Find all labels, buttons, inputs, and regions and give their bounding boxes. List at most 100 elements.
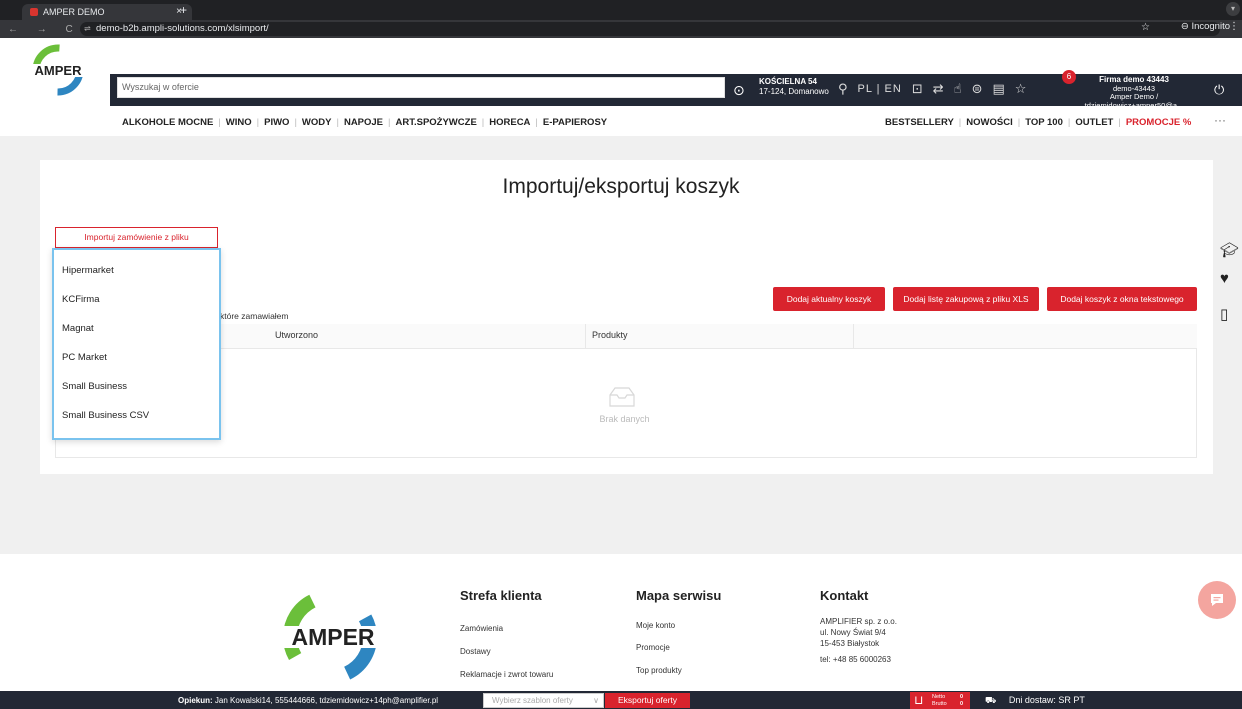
chat-bubble-button[interactable]: [1198, 581, 1236, 619]
truck-icon: ⛟: [985, 695, 997, 705]
incognito-label: Incognito: [1191, 21, 1230, 32]
nav-separator: |: [1118, 117, 1121, 128]
opiekun-label: Opiekun:: [178, 696, 213, 705]
contact-title: Kontakt: [820, 588, 869, 603]
import-order-button[interactable]: Importuj zamówienie z pliku: [55, 227, 218, 248]
footer-amper-logo: AMPER: [270, 590, 396, 684]
nav-alkohole[interactable]: ALKOHOLE MOCNE: [122, 117, 213, 128]
col-header-products[interactable]: Produkty: [592, 330, 628, 340]
nav-promocje[interactable]: PROMOCJE %: [1126, 117, 1191, 128]
firm-user: Amper Demo / tdziemidowicz+amper50@a...: [1084, 92, 1184, 110]
browser-menu-icon[interactable]: ⋮: [1229, 21, 1239, 32]
empty-inbox-icon: [609, 387, 635, 407]
nav-separator: |: [336, 117, 339, 128]
invoice-icon[interactable]: ▤: [992, 81, 1004, 97]
page-title: Importuj/eksportuj koszyk: [502, 175, 740, 198]
nav-separator: |: [256, 117, 260, 128]
hand-icon[interactable]: ☝: [954, 81, 962, 97]
nav-art-spozywcze[interactable]: ART.SPOŻYWCZE: [396, 117, 477, 128]
nav-separator: |: [388, 117, 391, 128]
nav-wino[interactable]: WINO: [226, 117, 252, 128]
tab-title: AMPER DEMO: [43, 7, 105, 17]
dropdown-item-kcfirma[interactable]: KCFirma: [62, 294, 99, 305]
svg-text:AMPER: AMPER: [35, 63, 83, 78]
tab-search-icon[interactable]: ▾: [1226, 2, 1240, 16]
catalog-book-icon[interactable]: ⊡: [912, 81, 923, 97]
address-line1: KOŚCIELNA 54: [759, 77, 817, 86]
footer-link-promotions[interactable]: Promocje: [636, 643, 670, 652]
browser-tab-bar: AMPER DEMO × + ▾: [0, 0, 1242, 20]
delivery-text: Dni dostaw: SR PT: [1008, 695, 1085, 705]
search-input[interactable]: Wyszukaj w ofercie: [117, 77, 725, 98]
column-divider: [585, 324, 586, 349]
contact-city: 15-453 Białystok: [820, 639, 880, 648]
heart-icon[interactable]: ♥: [1220, 270, 1229, 287]
dropdown-item-pc-market[interactable]: PC Market: [62, 352, 107, 363]
nav-separator: |: [1067, 117, 1071, 128]
mobile-phone-icon[interactable]: ▯: [1220, 305, 1228, 323]
nav-napoje[interactable]: NAPOJE: [344, 117, 383, 128]
nav-outlet[interactable]: OUTLET: [1075, 117, 1113, 128]
cart-summary[interactable]: ⊔ Netto Brutto 0 0: [910, 692, 970, 709]
category-nav: ALKOHOLE MOCNE | WINO | PIWO | WODY | NAPOJE…: [122, 117, 607, 128]
add-text-cart-button[interactable]: Dodaj koszyk z okna tekstowego: [1047, 287, 1197, 311]
dropdown-item-small-business-csv[interactable]: Small Business CSV: [62, 410, 149, 421]
empty-state-text: Brak danych: [599, 414, 650, 424]
nav-nowosci[interactable]: NOWOŚCI: [966, 117, 1012, 128]
logout-power-icon[interactable]: ⏻: [1214, 82, 1224, 98]
award-icon[interactable]: ☆: [1015, 81, 1027, 97]
nav-e-papierosy[interactable]: E-PAPIEROSY: [543, 117, 607, 128]
amper-logo[interactable]: AMPER: [20, 42, 100, 102]
add-xls-list-button[interactable]: Dodaj listę zakupową z pliku XLS: [893, 287, 1039, 311]
export-offers-button[interactable]: Eksportuj oferty: [605, 693, 690, 708]
site-info-icon[interactable]: ⇌: [84, 22, 91, 36]
account-info[interactable]: Firma demo 43443 demo-43443 Amper Demo /…: [1074, 75, 1194, 110]
nav-separator: |: [294, 117, 297, 128]
bookmark-star-icon[interactable]: ☆: [1141, 22, 1150, 33]
chat-icon: [1211, 594, 1223, 606]
nav-buttons[interactable]: ← → C: [8, 24, 81, 35]
basket-icon[interactable]: ⚲: [838, 81, 848, 97]
nav-separator: |: [958, 117, 962, 128]
footer-link-top-products[interactable]: Top produkty: [636, 666, 682, 675]
history-label: które zamawiałem: [220, 311, 289, 321]
col-header-created[interactable]: Utworzono: [275, 330, 318, 340]
add-current-cart-button[interactable]: Dodaj aktualny koszyk: [773, 287, 885, 311]
nav-top100[interactable]: TOP 100: [1025, 117, 1063, 128]
new-products-icon[interactable]: ⊜: [972, 81, 983, 97]
offer-template-select[interactable]: Wybierz szablon oferty ∨: [483, 693, 604, 708]
cart-icon: ⊔: [914, 693, 924, 707]
nav-piwo[interactable]: PIWO: [264, 117, 289, 128]
footer-link-account[interactable]: Moje konto: [636, 621, 675, 630]
dropdown-item-small-business[interactable]: Small Business: [62, 381, 127, 392]
dropdown-item-magnat[interactable]: Magnat: [62, 323, 94, 334]
nav-separator: |: [1017, 117, 1021, 128]
nav-bestsellery[interactable]: BESTSELLERY: [885, 117, 954, 128]
footer-link-deliveries[interactable]: Dostawy: [460, 647, 491, 656]
favicon-icon: [30, 8, 38, 16]
footer-link-complaints[interactable]: Reklamacje i zwrot towaru: [460, 670, 553, 679]
nav-horeca[interactable]: HORECA: [489, 117, 530, 128]
incognito-indicator[interactable]: ⊖ Incognito: [1181, 21, 1230, 32]
new-tab-button[interactable]: +: [180, 3, 187, 17]
location-pin-icon[interactable]: ⊙: [733, 82, 745, 99]
contact-street: ul. Nowy Świat 9/4: [820, 628, 886, 637]
exchange-icon[interactable]: ⇄: [933, 81, 944, 97]
nav-wody[interactable]: WODY: [302, 117, 332, 128]
site-footer: [0, 554, 1242, 709]
dropdown-item-hipermarket[interactable]: Hipermarket: [62, 265, 114, 276]
url-text: demo-b2b.ampli-solutions.com/xlsimport/: [96, 23, 269, 34]
account-manager: Opiekun: Jan Kowalski14, 555444666, tdzi…: [178, 696, 438, 705]
delivery-address[interactable]: KOŚCIELNA 54 17-124, Domanowo: [759, 77, 829, 97]
graduation-cap-icon[interactable]: 🎓︎: [1220, 241, 1239, 259]
more-menu-icon[interactable]: ···: [1214, 113, 1226, 127]
chevron-down-icon: ∨: [593, 696, 599, 705]
language-switch[interactable]: PL | EN: [858, 83, 902, 95]
cart-netto-label: Netto: [932, 694, 946, 700]
nav-separator: |: [481, 117, 485, 128]
sitemap-title: Mapa serwisu: [636, 588, 722, 603]
footer-link-orders[interactable]: Zamówienia: [460, 624, 503, 633]
url-field[interactable]: ⇌ demo-b2b.ampli-solutions.com/xlsimport…: [80, 22, 1220, 36]
opiekun-value: Jan Kowalski14, 555444666, tdziemidowicz…: [214, 696, 439, 705]
browser-tab[interactable]: AMPER DEMO ×: [22, 4, 192, 20]
